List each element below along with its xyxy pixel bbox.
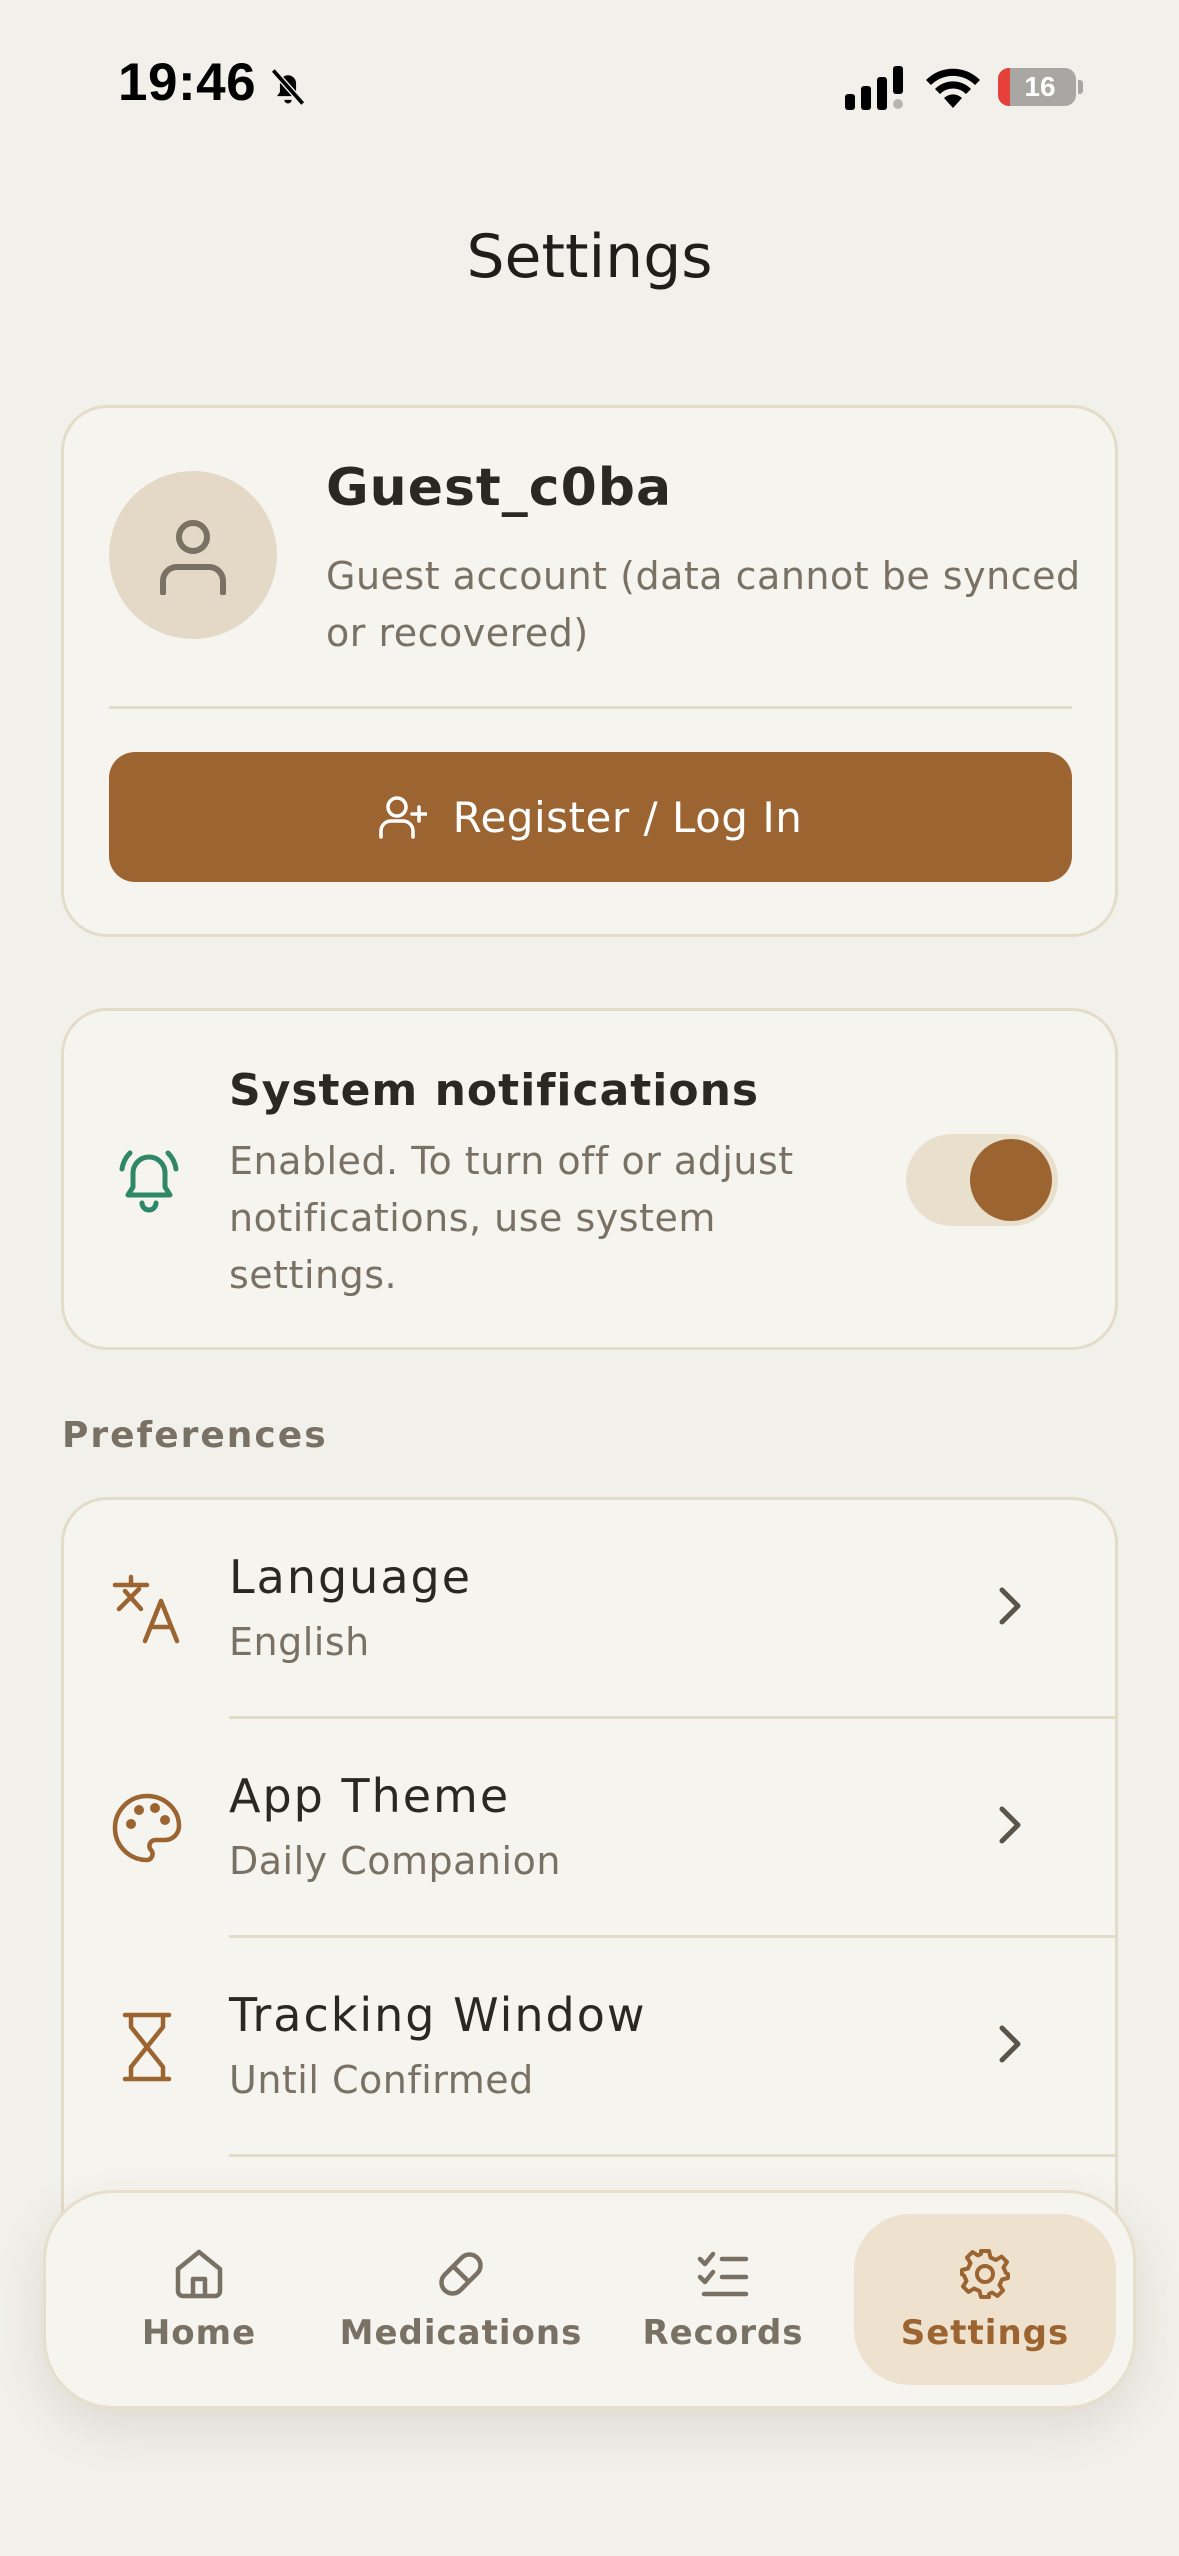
preferences-card: Language English App Theme Daily Compani… [61, 1497, 1118, 2257]
user-plus-icon [378, 796, 427, 839]
battery-icon: 16 [998, 68, 1076, 106]
battery-nub [1078, 80, 1083, 94]
status-bar: 19:46 16 [0, 0, 1179, 175]
divider [229, 2154, 1115, 2157]
notifications-description: Enabled. To turn off or adjust notificat… [229, 1139, 794, 1297]
pref-value: English [229, 1620, 370, 1664]
page-title: Settings [466, 222, 713, 292]
pref-title: Language [229, 1550, 473, 1604]
user-icon [160, 520, 226, 595]
pref-row-language[interactable]: Language English [64, 1500, 1115, 1718]
divider [109, 706, 1072, 709]
translate-icon [112, 1574, 180, 1644]
bell-off-icon [270, 68, 306, 106]
account-card: Guest_c0ba Guest account (data cannot be… [61, 405, 1118, 937]
tab-home[interactable]: Home [68, 2214, 330, 2385]
avatar [109, 471, 277, 639]
notifications-card: System notifications Enabled. To turn of… [61, 1008, 1118, 1350]
hourglass-icon [122, 2012, 172, 2082]
pref-value: Until Confirmed [229, 2058, 534, 2102]
tab-label: Records [642, 2312, 804, 2353]
pref-title: App Theme [229, 1769, 511, 1823]
tab-label: Settings [900, 2312, 1070, 2353]
checklist-icon [697, 2251, 749, 2296]
gear-icon [960, 2248, 1010, 2299]
register-login-label: Register / Log In [452, 792, 803, 842]
account-description: Guest account (data cannot be synced or … [326, 554, 1081, 655]
notifications-toggle[interactable] [906, 1134, 1058, 1226]
wifi-icon [926, 68, 980, 108]
pref-value: Daily Companion [229, 1839, 561, 1883]
tab-records[interactable]: Records [592, 2214, 854, 2385]
home-icon [175, 2249, 223, 2298]
pill-icon [439, 2251, 483, 2296]
chevron-right-icon [999, 1587, 1021, 1625]
notifications-title: System notifications [229, 1065, 760, 1116]
tab-label: Medications [339, 2312, 583, 2353]
pref-row-app-theme[interactable]: App Theme Daily Companion [64, 1719, 1115, 1937]
section-label-preferences: Preferences [62, 1415, 328, 1456]
tab-medications[interactable]: Medications [330, 2214, 592, 2385]
register-login-button[interactable]: Register / Log In [109, 752, 1072, 882]
toggle-knob [970, 1139, 1052, 1221]
tab-label: Home [141, 2312, 257, 2353]
status-time: 19:46 [118, 53, 257, 112]
tab-bar: Home Medications Records Settings [43, 2190, 1136, 2409]
account-name: Guest_c0ba [326, 458, 673, 518]
bell-ringing-icon [119, 1150, 179, 1213]
battery-percent: 16 [1024, 71, 1056, 102]
chevron-right-icon [999, 2025, 1021, 2063]
pref-title: Tracking Window [229, 1988, 647, 2042]
tab-settings[interactable]: Settings [854, 2214, 1116, 2385]
chevron-right-icon [999, 1806, 1021, 1844]
signal-icon [845, 66, 903, 110]
pref-row-tracking-window[interactable]: Tracking Window Until Confirmed [64, 1938, 1115, 2156]
palette-icon [112, 1793, 182, 1863]
